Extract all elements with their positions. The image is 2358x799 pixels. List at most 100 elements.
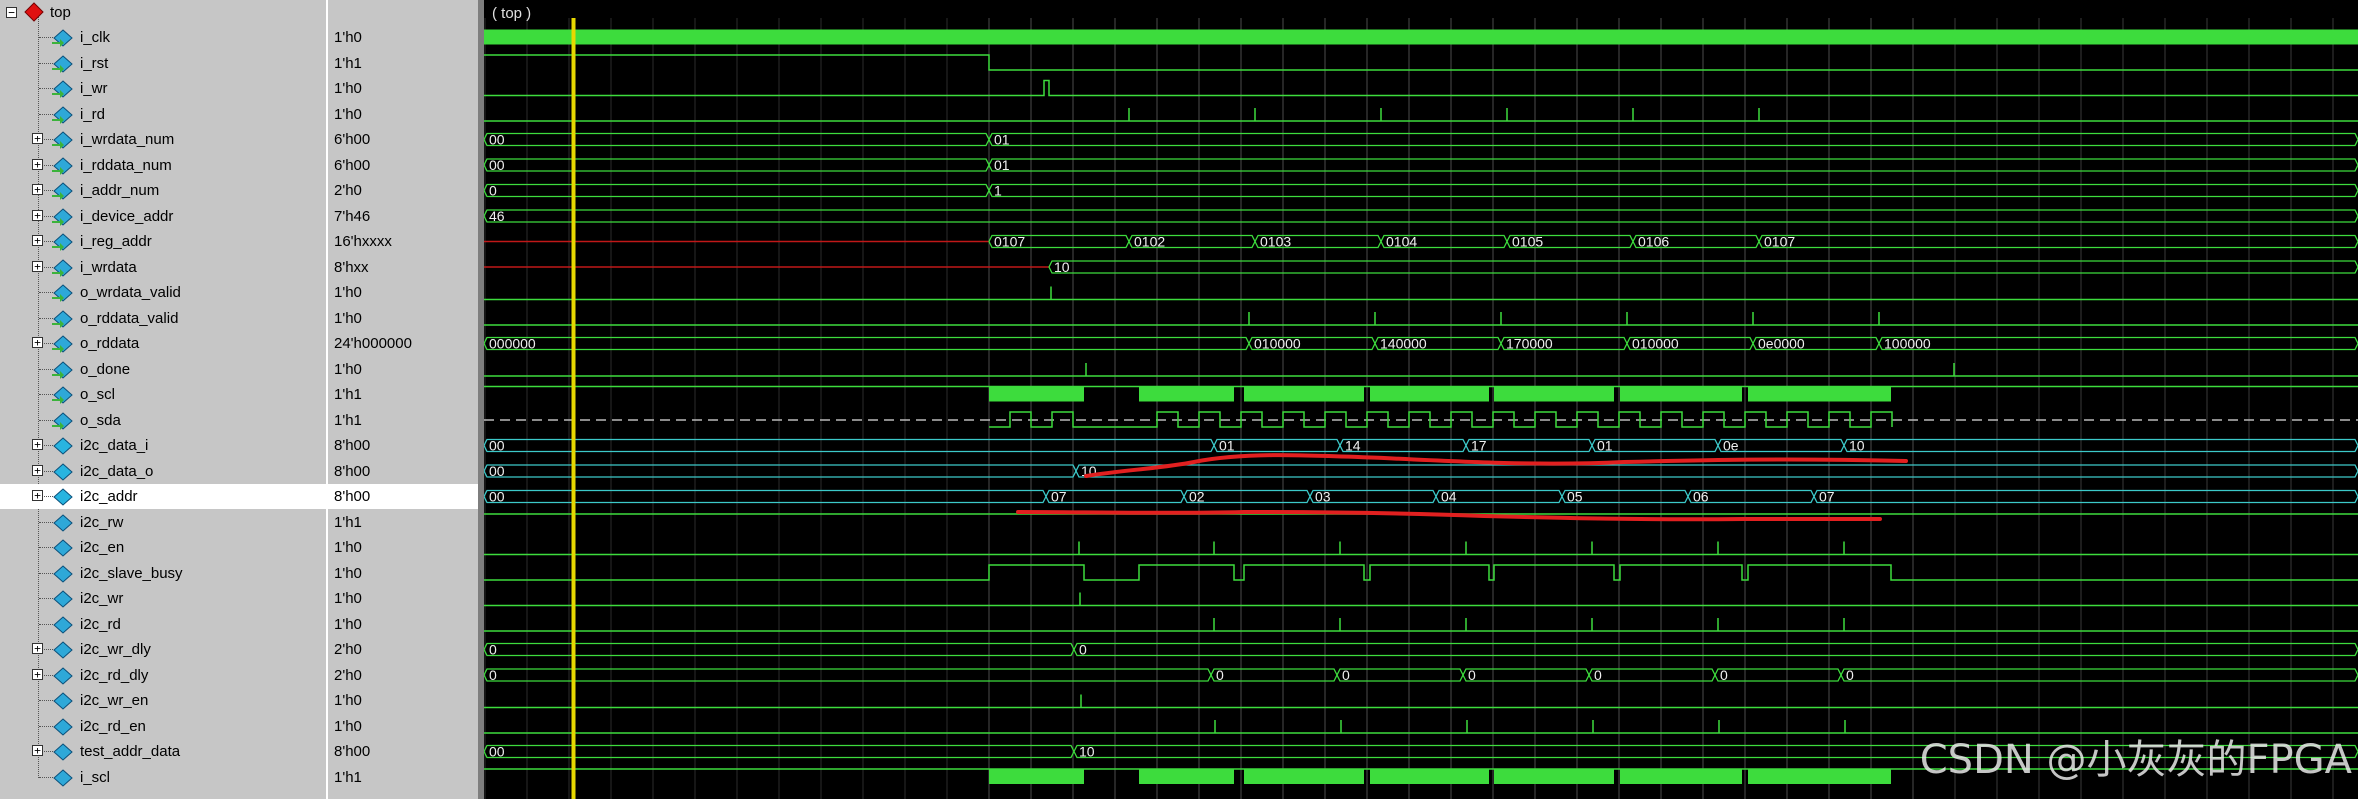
waveform-canvas[interactable]: ( top )00 0100 010 1460107 0102 0103 0104 0105 0… [484, 0, 2358, 799]
signal-value: 1'h1 [334, 386, 362, 403]
module-diamond-icon [24, 2, 44, 22]
bus-value-label: 0e [1723, 438, 1739, 454]
signal-value: 1'h1 [334, 411, 362, 429]
signal-row-i-wrdata[interactable]: + i_wrdata [0, 255, 328, 280]
signal-row-i-rddata-num[interactable]: + i_rddata_num [0, 153, 328, 178]
signal-name: i_wrdata_num [80, 131, 175, 148]
signal-row-i-wrdata-num[interactable]: + i_wrdata_num [0, 127, 328, 152]
signal-row-i2c-rd[interactable]: i2c_rd [0, 612, 328, 637]
signal-value: 1'h0 [334, 615, 362, 633]
signal-port-icon [52, 360, 73, 379]
signal-name: i_rst [80, 54, 109, 72]
root-scope-row[interactable]: − top [0, 0, 328, 25]
signal-row-i-clk[interactable]: i_clk [0, 25, 328, 50]
signal-value: 1'h0 [334, 80, 362, 97]
expand-icon[interactable]: + [32, 464, 43, 476]
signal-row-o-rddata[interactable]: + o_rddata [0, 331, 328, 356]
dense-clock-block [1748, 386, 1891, 402]
signal-row-i2c-slave-busy[interactable]: i2c_slave_busy [0, 561, 328, 586]
tree-connector [39, 419, 53, 421]
signal-value: 16'hxxxx [334, 233, 392, 250]
signal-row-i-device-addr[interactable]: + i_device_addr [0, 204, 328, 229]
signal-name: o_scl [80, 386, 116, 403]
signal-name: i2c_addr [80, 488, 138, 505]
signal-port-icon [53, 717, 73, 736]
bus-segment [988, 183, 2358, 198]
expand-icon[interactable]: + [32, 235, 43, 246]
bus-value-label: 140000 [1380, 336, 1427, 352]
signal-value: 1'h0 [334, 539, 362, 556]
expand-icon[interactable]: + [32, 745, 43, 756]
bus-value-label: 07 [1819, 489, 1835, 505]
signal-row-i2c-addr[interactable]: + i2c_addr [0, 484, 328, 509]
signal-row-i2c-wr-dly[interactable]: + i2c_wr_dly [0, 637, 328, 662]
expand-icon[interactable]: + [32, 184, 43, 195]
expand-icon[interactable]: + [32, 158, 43, 170]
expand-icon[interactable]: + [32, 209, 43, 221]
signal-row-i2c-rd-dly[interactable]: + i2c_rd_dly [0, 663, 328, 688]
tree-connector [39, 572, 53, 574]
tree-connector [39, 113, 53, 115]
expand-icon[interactable]: + [32, 337, 43, 348]
signal-row-o-scl[interactable]: o_scl [0, 382, 328, 407]
signal-port-icon [52, 335, 73, 353]
signal-row-o-wrdata-valid[interactable]: o_wrdata_valid [0, 280, 328, 305]
signal-row-i-scl[interactable]: i_scl [0, 765, 328, 790]
bus-value-label: 0106 [1638, 234, 1669, 250]
expand-icon[interactable]: + [32, 668, 43, 680]
expand-icon[interactable]: + [32, 439, 43, 450]
signal-port-icon [52, 131, 73, 149]
signal-value-pane[interactable]: 1'h0 1'h1 1'h0 1'h0 6'h00 6'h00 2'h0 7'h46 16'hx… [328, 0, 478, 799]
signal-row-o-done[interactable]: o_done [0, 357, 328, 382]
signal-row-i2c-wr[interactable]: i2c_wr [0, 586, 328, 611]
signal-value: 8'h00 [334, 743, 371, 760]
bus-value-label: 0105 [1512, 234, 1543, 250]
signal-row-test-addr-data[interactable]: + test_addr_data [0, 739, 328, 764]
annotation-stroke [1016, 509, 1882, 522]
signal-value: 7'h46 [334, 207, 371, 225]
signal-row-o-sda[interactable]: o_sda [0, 408, 328, 433]
bus-segment [1878, 336, 2358, 351]
signal-port-icon [52, 284, 73, 302]
bus-segment [1462, 668, 1590, 682]
signal-name-pane[interactable]: − top i_clk i_rst i_wr i_rd + i_wrdata_num + i_… [0, 0, 328, 799]
signal-row-o-rddata-valid[interactable]: o_rddata_valid [0, 306, 328, 331]
expand-icon[interactable]: + [32, 133, 43, 144]
bus-value-label: 00 [489, 132, 505, 148]
signal-port-icon [53, 692, 73, 710]
signal-name: i_rd [80, 105, 106, 123]
signal-row-i2c-wr-en[interactable]: i2c_wr_en [0, 688, 328, 713]
bus-segment [484, 489, 1047, 504]
waveform-pane[interactable]: ( top ) 00 01 00 01 0 1 46 0107 0102 0103 0104 0105 0… [484, 0, 2358, 799]
bus-value-label: 00 [489, 438, 505, 454]
expand-icon[interactable]: + [32, 643, 43, 654]
signal-port-icon [53, 462, 73, 481]
expand-icon[interactable]: + [32, 490, 43, 501]
signal-value: 6'h00 [334, 131, 371, 148]
collapse-icon[interactable]: − [6, 7, 17, 18]
signal-port-icon [53, 488, 73, 506]
signal-row-i2c-en[interactable]: i2c_en [0, 535, 328, 560]
signal-row-i2c-rw[interactable]: i2c_rw [0, 510, 328, 535]
bus-value-label: 0 [1216, 667, 1224, 683]
expand-icon[interactable]: + [32, 260, 43, 272]
signal-row-i2c-rd-en[interactable]: i2c_rd_en [0, 714, 328, 739]
signal-row-i2c-data-i[interactable]: + i2c_data_i [0, 433, 328, 458]
signal-row-i-reg-addr[interactable]: + i_reg_addr [0, 229, 328, 254]
bus-segment [1075, 464, 2358, 478]
signal-name: i_addr_num [80, 182, 160, 199]
bus-value-label: 04 [1441, 489, 1457, 505]
signal-value: 1'h1 [334, 54, 362, 72]
signal-row-i-addr-num[interactable]: + i_addr_num [0, 178, 328, 203]
signal-port-icon [53, 641, 73, 659]
signal-row-i-rd[interactable]: i_rd [0, 102, 328, 127]
signal-port-icon [53, 437, 73, 455]
bus-segment [1714, 668, 1842, 682]
signal-row-i-rst[interactable]: i_rst [0, 51, 328, 76]
tree-connector [39, 317, 53, 319]
bus-segment [1813, 489, 2358, 504]
signal-port-icon [53, 564, 73, 583]
signal-row-i2c-data-o[interactable]: + i2c_data_o [0, 459, 328, 484]
signal-row-i-wr[interactable]: i_wr [0, 76, 328, 101]
bus-segment [484, 668, 1212, 682]
